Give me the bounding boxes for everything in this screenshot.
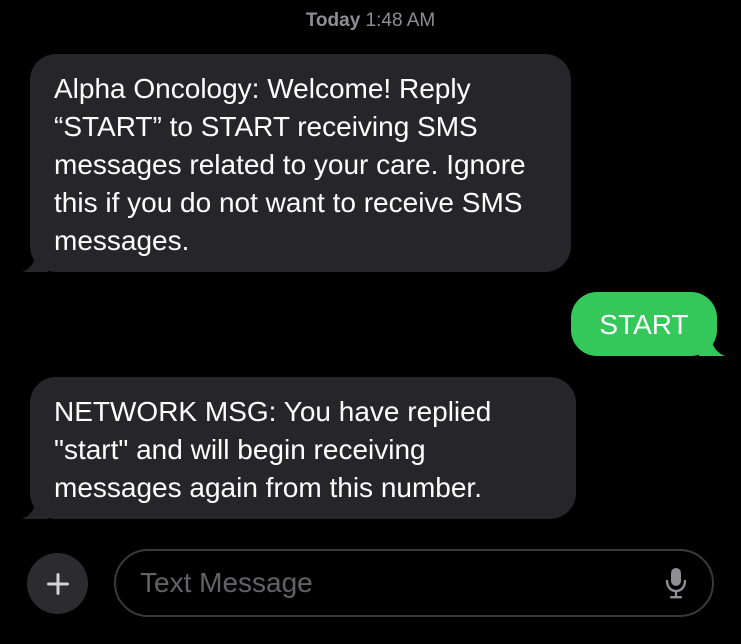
microphone-icon[interactable] <box>664 566 688 600</box>
received-message-bubble[interactable]: Alpha Oncology: Welcome! Reply “START” t… <box>22 54 571 272</box>
timestamp-time: 1:48 AM <box>365 10 436 31</box>
sent-message-bubble[interactable]: START <box>571 292 725 356</box>
message-text: NETWORK MSG: You have replied "start" an… <box>54 396 492 503</box>
add-attachment-button[interactable] <box>27 553 88 614</box>
timestamp-day: Today <box>305 10 361 31</box>
message-input-placeholder: Text Message <box>140 567 313 598</box>
plus-icon <box>46 572 69 595</box>
message-text: START <box>599 309 689 340</box>
received-message-bubble[interactable]: NETWORK MSG: You have replied "start" an… <box>22 377 576 519</box>
bubble-tail-icon <box>22 497 48 519</box>
conversation-timestamp: Today 1:48 AM <box>0 10 741 32</box>
bubble-tail-icon <box>22 250 48 272</box>
message-text: Alpha Oncology: Welcome! Reply “START” t… <box>54 73 526 256</box>
message-input[interactable]: Text Message <box>114 549 714 617</box>
bubble-tail-icon <box>699 334 725 356</box>
